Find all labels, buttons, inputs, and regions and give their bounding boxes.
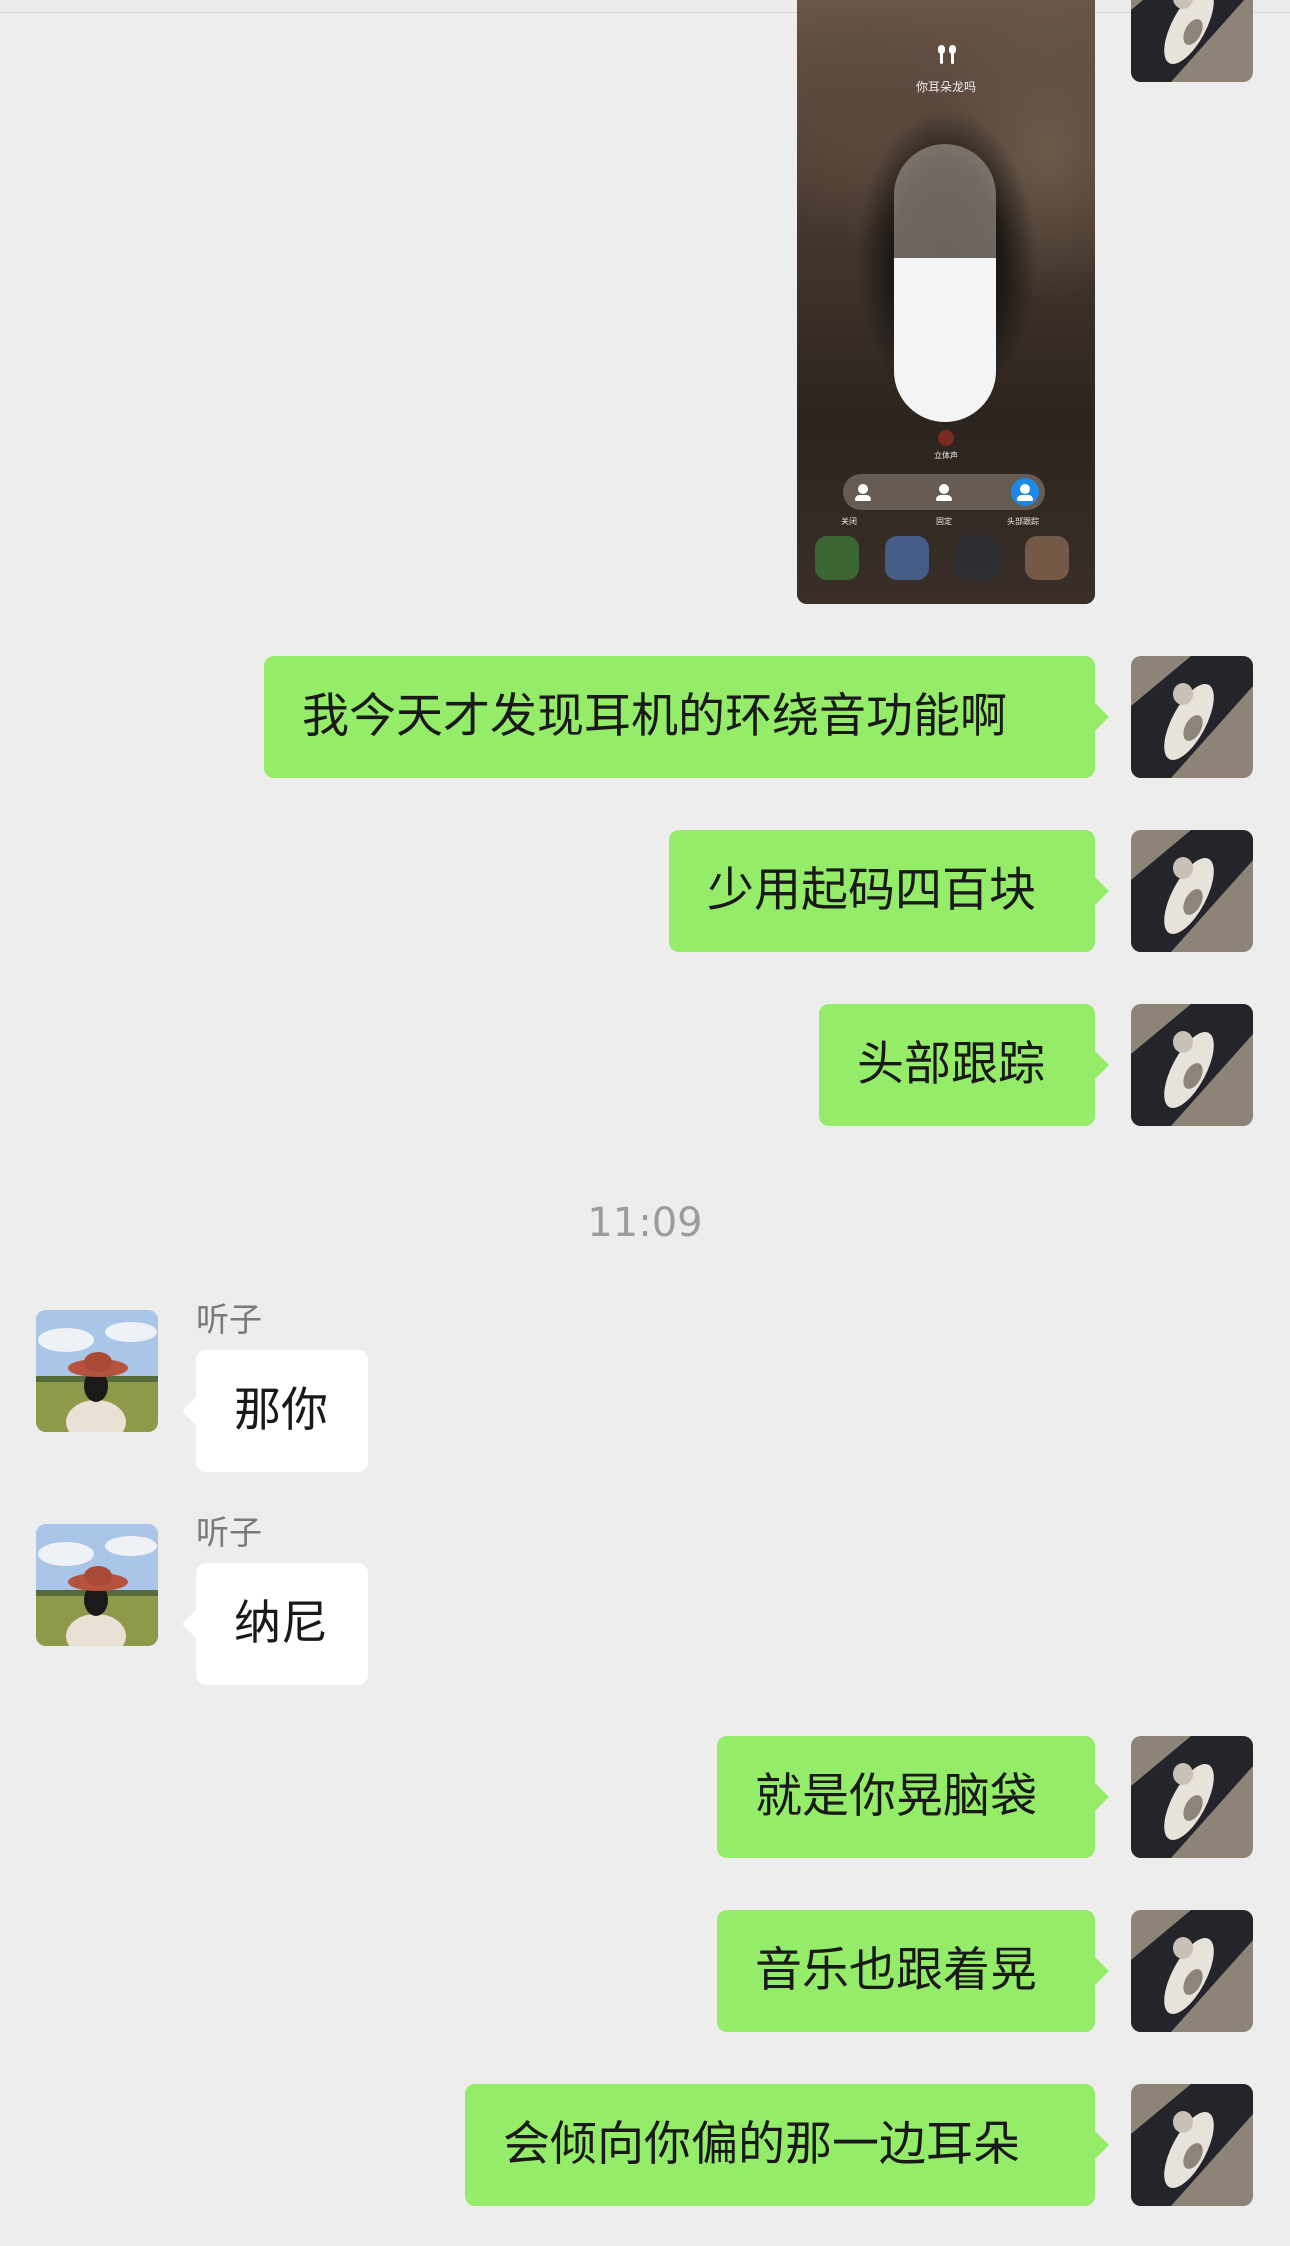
stereo-label: 立体声 — [934, 451, 958, 460]
my-avatar[interactable] — [1131, 830, 1253, 952]
top-edge — [0, 0, 1290, 13]
time-divider: 11:09 — [587, 1200, 703, 1246]
airpods-icon — [938, 45, 956, 64]
dock-phone-icon — [815, 536, 859, 580]
contact-avatar[interactable] — [36, 1524, 158, 1646]
mode-off-icon — [849, 478, 877, 506]
my-message-bubble[interactable]: 就是你晃脑袋 — [717, 1736, 1109, 1858]
screenshot-title: 你耳朵龙吗 — [915, 80, 976, 94]
woman-in-hat-photo-avatar-icon — [36, 1310, 158, 1432]
image-message[interactable]: 你耳朵龙吗 立体声 关闭 固定 头部跟踪 — [797, 0, 1095, 604]
volume-fill — [894, 257, 996, 422]
cat-photo-avatar-icon — [1131, 0, 1253, 82]
my-message-bubble[interactable]: 我今天才发现耳机的环绕音功能啊 — [264, 656, 1109, 778]
cat-photo-avatar-icon — [1131, 656, 1253, 778]
my-avatar[interactable] — [1131, 656, 1253, 778]
my-avatar[interactable] — [1131, 1004, 1253, 1126]
my-message-bubble[interactable]: 会倾向你偏的那一边耳朵 — [465, 2084, 1109, 2206]
cat-photo-avatar-icon — [1131, 1004, 1253, 1126]
stereo-icon — [938, 430, 954, 446]
mode-label-fixed: 固定 — [936, 517, 952, 526]
my-avatar[interactable] — [1131, 1910, 1253, 2032]
contact-message-bubble[interactable]: 那你 — [182, 1350, 368, 1472]
my-avatar[interactable] — [1131, 1736, 1253, 1858]
contact-message-bubble[interactable]: 纳尼 — [182, 1563, 368, 1685]
mode-head-tracking-icon — [1011, 478, 1039, 506]
my-avatar[interactable] — [1131, 2084, 1253, 2206]
cat-photo-avatar-icon — [1131, 2084, 1253, 2206]
sender-name: 听子 — [196, 1513, 262, 1552]
woman-in-hat-photo-avatar-icon — [36, 1524, 158, 1646]
dock-photos-icon — [1025, 536, 1069, 580]
spatial-mode-bar — [843, 474, 1045, 510]
cat-photo-avatar-icon — [1131, 1910, 1253, 2032]
contact-avatar[interactable] — [36, 1310, 158, 1432]
dock-app-icon — [955, 536, 999, 580]
my-message-bubble[interactable]: 少用起码四百块 — [669, 830, 1109, 952]
cat-photo-avatar-icon — [1131, 830, 1253, 952]
volume-slider — [894, 144, 996, 422]
dock-safari-icon — [885, 536, 929, 580]
cat-photo-avatar-icon — [1131, 1736, 1253, 1858]
mode-fixed-icon — [930, 478, 958, 506]
my-message-bubble[interactable]: 头部跟踪 — [819, 1004, 1109, 1126]
my-message-bubble[interactable]: 音乐也跟着晃 — [717, 1910, 1109, 2032]
my-avatar[interactable] — [1131, 0, 1253, 82]
mode-label-off: 关闭 — [841, 517, 857, 526]
sender-name: 听子 — [196, 1300, 262, 1339]
mode-label-head-tracking: 头部跟踪 — [1007, 517, 1039, 526]
